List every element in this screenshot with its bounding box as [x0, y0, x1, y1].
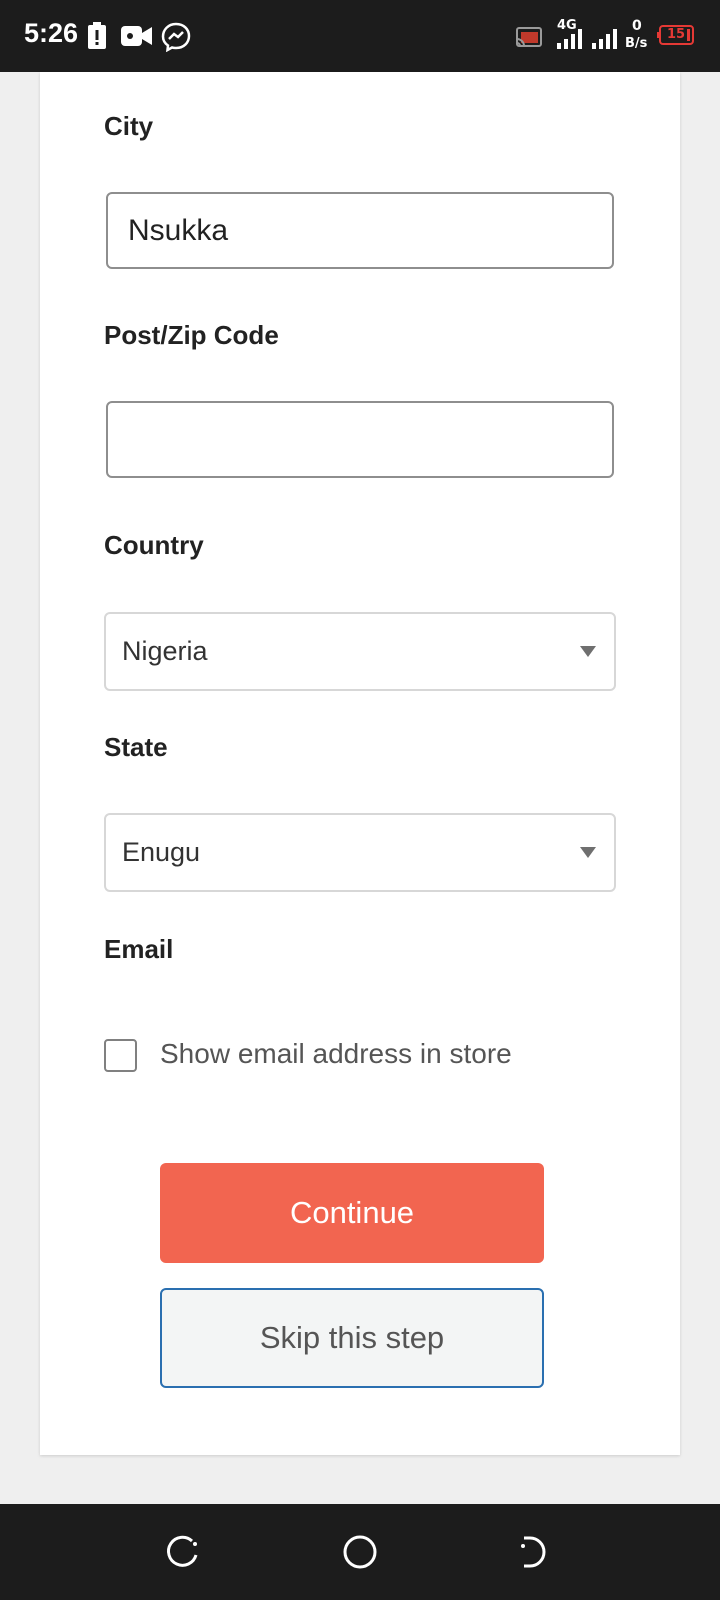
- navigation-bar: [0, 1504, 720, 1600]
- state-select[interactable]: Enugu: [104, 813, 616, 892]
- postcode-label: Post/Zip Code: [104, 320, 279, 350]
- data-speed-unit: B/s: [625, 36, 648, 51]
- data-speed-value: 0: [632, 18, 642, 34]
- postcode-input[interactable]: [106, 401, 614, 478]
- country-selected-value: Nigeria: [122, 636, 208, 666]
- country-label: Country: [104, 530, 204, 560]
- chevron-down-icon: [580, 646, 596, 657]
- battery-icon: 15: [657, 25, 695, 45]
- messenger-icon: [161, 22, 191, 57]
- store-setup-card: City Post/Zip Code Country Nigeria State…: [40, 72, 680, 1455]
- city-label: City: [104, 111, 154, 141]
- recent-apps-icon[interactable]: [164, 1532, 204, 1572]
- signal-icon: [557, 29, 587, 54]
- country-select[interactable]: Nigeria: [104, 612, 616, 691]
- signal-icon: [592, 29, 622, 54]
- battery-alert-icon: [87, 22, 107, 55]
- show-email-checkbox-label[interactable]: Show email address in store: [160, 1038, 512, 1070]
- state-selected-value: Enugu: [122, 837, 201, 867]
- battery-level: 15: [667, 27, 686, 42]
- status-bar: 5:26 4G 0 B/s 15: [0, 0, 720, 72]
- chevron-down-icon: [580, 847, 596, 858]
- back-icon[interactable]: [516, 1532, 556, 1572]
- show-email-checkbox[interactable]: [104, 1039, 137, 1072]
- email-label: Email: [104, 934, 174, 964]
- video-call-icon: [121, 25, 153, 52]
- continue-button[interactable]: Continue: [160, 1163, 544, 1263]
- skip-step-button[interactable]: Skip this step: [160, 1288, 544, 1388]
- status-time: 5:26: [24, 18, 79, 48]
- state-label: State: [104, 732, 168, 762]
- home-icon[interactable]: [340, 1532, 380, 1572]
- city-input[interactable]: [106, 192, 614, 269]
- cast-icon: [516, 27, 542, 52]
